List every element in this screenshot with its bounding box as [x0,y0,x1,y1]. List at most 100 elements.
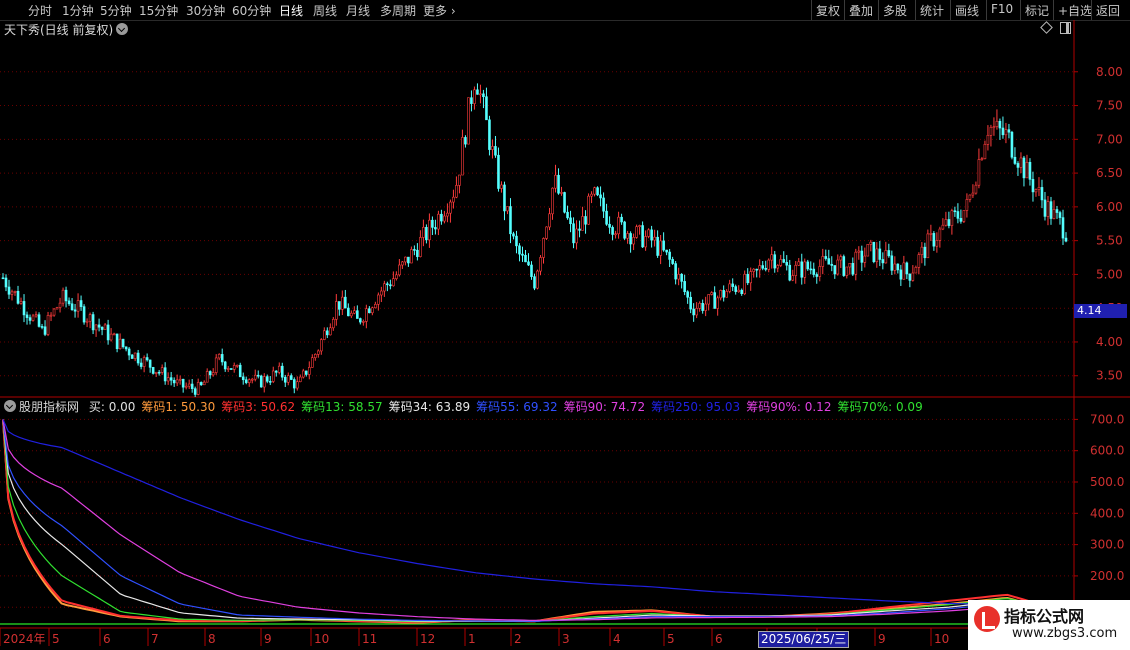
candle-body [46,315,50,335]
candle-body [776,265,780,269]
candle-body [755,268,759,271]
candle-body [1016,163,1020,168]
candle-body [875,248,879,262]
candle-body [434,227,437,230]
candle-body [244,379,248,383]
candle-body [686,291,689,298]
candle-body [94,324,98,331]
candle-body [788,264,792,281]
candle-body [563,192,566,213]
candle-body [917,254,921,268]
candle-body [935,240,939,247]
chart-canvas[interactable]: 8.007.507.006.506.005.505.004.504.003.50… [0,0,1130,650]
indicator-axis-label: 700.0 [1090,412,1124,426]
candle-body [635,226,638,238]
candle-body [100,326,104,330]
x-axis-label: 7 [151,632,159,646]
candle-body [497,154,500,189]
candle-body [932,233,936,247]
candle-body [398,264,401,276]
candle-body [148,359,152,368]
candle-body [91,314,95,331]
candle-body [265,376,269,382]
candle-body [443,215,446,222]
candle-body [19,301,23,304]
candle-body [962,210,966,222]
candle-body [383,283,386,292]
candle-body [806,261,810,270]
price-axis-label: 4.00 [1096,335,1123,349]
candle-body [202,381,206,386]
candle-body [211,372,215,376]
candle-body [395,274,398,279]
candle-body [899,269,903,280]
candle-body [109,333,113,341]
candle-body [416,249,419,257]
x-axis-label: 1 [468,632,476,646]
candle-body [353,310,356,314]
candle-body [842,256,846,276]
candle-body [380,290,383,296]
candle-body [437,213,440,230]
candle-body [82,306,86,323]
candle-body [464,137,467,145]
candle-body [863,255,867,263]
price-axis-label: 5.00 [1096,267,1123,281]
candle-body [79,300,83,307]
candle-body [710,292,713,295]
candle-body [812,268,816,275]
candle-body [1040,187,1044,201]
x-axis-label: 3 [562,632,570,646]
candle-body [166,377,170,382]
candle-body [770,254,774,261]
candle-body [136,352,140,364]
candle-body [151,367,155,374]
candle-body [347,307,350,317]
candle-body [623,221,626,239]
candle-body [491,146,494,150]
candle-body [839,256,843,261]
candle-body [521,253,524,256]
candle-body [851,263,855,275]
x-axis-label: 9 [264,632,272,646]
candle-body [581,216,584,231]
candle-body [365,308,368,322]
candle-body [440,213,443,222]
candle-body [740,289,743,294]
candle-body [356,310,359,319]
candle-body [653,236,656,241]
candle-body [217,354,221,359]
candle-body [602,197,605,212]
candle-body [680,273,683,282]
indicator-series-line [2,419,1067,623]
candle-body [785,262,789,266]
candle-body [629,233,632,245]
candle-body [992,126,996,128]
candle-body [515,235,518,247]
candle-body [722,290,725,298]
candle-body [106,324,110,341]
candle-body [307,367,311,375]
candle-body [818,266,822,277]
candle-body [794,264,798,276]
candle-body [304,370,308,375]
candle-body [323,330,326,340]
candle-body [968,194,972,200]
cursor-date-label: 2025/06/25/三 [758,631,850,648]
candle-body [986,134,990,145]
candle-body [599,194,602,199]
candle-body [896,263,900,271]
candle-body [689,296,692,310]
x-axis-label: 10 [314,632,329,646]
candle-body [1046,201,1050,217]
candle-body [344,296,347,309]
candle-body [52,308,56,316]
candle-body [920,246,924,255]
candle-body [1028,162,1032,180]
candle-body [283,376,287,383]
candle-body [893,263,897,271]
candle-body [674,263,677,280]
price-axis-label: 8.00 [1096,65,1123,79]
candle-body [124,346,128,350]
candle-body [404,256,407,263]
